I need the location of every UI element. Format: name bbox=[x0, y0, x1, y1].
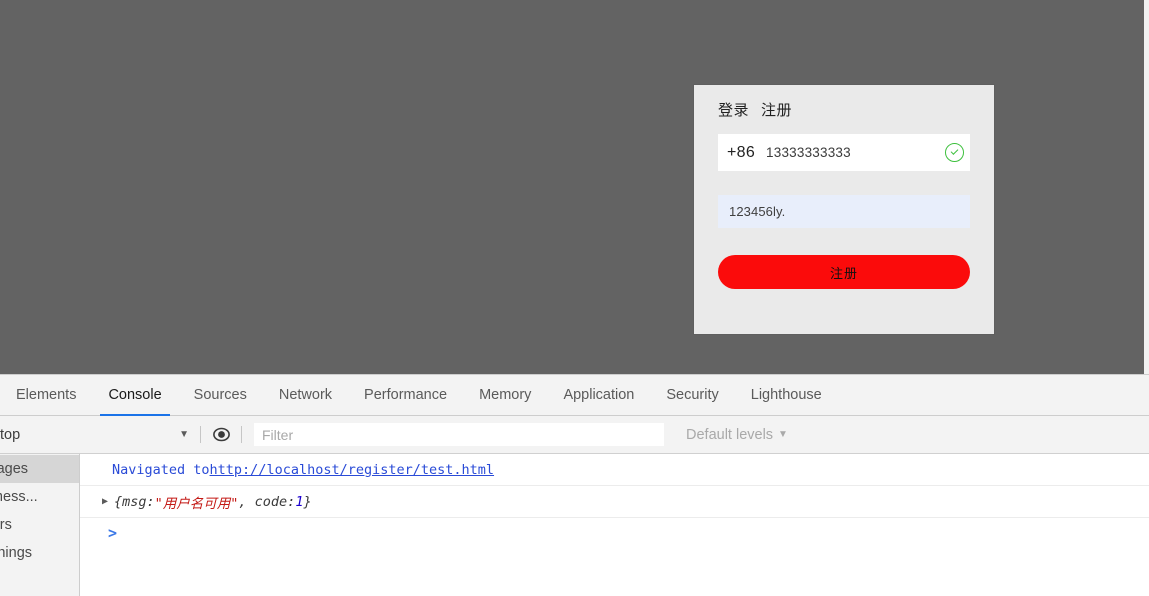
tab-sources[interactable]: Sources bbox=[178, 375, 263, 416]
console-toolbar: top ▼ Default levels ▼ bbox=[0, 416, 1149, 454]
disclosure-triangle-icon[interactable]: ▶ bbox=[102, 496, 114, 507]
register-submit-button[interactable]: 注册 bbox=[718, 255, 970, 289]
toolbar-divider-2 bbox=[241, 426, 242, 443]
navigation-url-link[interactable]: http://localhost/register/test.html bbox=[210, 462, 494, 478]
log-row-navigation: Navigated to http://localhost/register/t… bbox=[80, 454, 1149, 486]
tab-security[interactable]: Security bbox=[650, 375, 734, 416]
console-sidebar: essages er mess... errors warnings bbox=[0, 454, 80, 596]
tab-performance[interactable]: Performance bbox=[348, 375, 463, 416]
log-levels-select[interactable]: Default levels ▼ bbox=[686, 427, 788, 443]
screen-root: 登录 注册 +86 123456ly. 注册 Elements Console … bbox=[0, 0, 1149, 596]
phone-input[interactable] bbox=[764, 144, 946, 161]
navigation-text: Navigated to bbox=[112, 461, 210, 478]
eye-icon[interactable] bbox=[201, 416, 241, 454]
auth-tabs: 登录 注册 bbox=[718, 100, 792, 122]
log-row-object[interactable]: ▶ {msg: "用户名可用" , code: 1 } bbox=[80, 486, 1149, 518]
log-levels-label: Default levels bbox=[686, 426, 774, 443]
execution-context-select[interactable]: top ▼ bbox=[0, 416, 200, 454]
sidebar-item-errors[interactable]: errors bbox=[0, 511, 79, 539]
tab-login[interactable]: 登录 bbox=[718, 100, 749, 122]
auth-card: 登录 注册 +86 123456ly. 注册 bbox=[694, 85, 994, 334]
console-body: essages er mess... errors warnings Navig… bbox=[0, 454, 1149, 596]
chevron-down-icon-levels: ▼ bbox=[778, 429, 788, 440]
code-input-value[interactable]: 123456ly. bbox=[729, 204, 785, 219]
console-filter-input[interactable] bbox=[254, 423, 664, 446]
sidebar-item-user-messages[interactable]: er mess... bbox=[0, 483, 79, 511]
object-separator: , code: bbox=[238, 493, 296, 510]
tab-application[interactable]: Application bbox=[547, 375, 650, 416]
page-viewport: 登录 注册 +86 123456ly. 注册 bbox=[0, 0, 1144, 374]
sidebar-item-all-messages[interactable]: essages bbox=[0, 455, 79, 483]
sidebar-item-warnings[interactable]: warnings bbox=[0, 539, 79, 567]
tab-memory[interactable]: Memory bbox=[463, 375, 547, 416]
prompt-caret-icon: > bbox=[108, 524, 118, 542]
country-code-label: +86 bbox=[727, 143, 756, 161]
tab-elements[interactable]: Elements bbox=[0, 375, 92, 416]
viewport-right-edge bbox=[1144, 0, 1149, 374]
tab-lighthouse[interactable]: Lighthouse bbox=[735, 375, 838, 416]
devtools-tabbar: Elements Console Sources Network Perform… bbox=[0, 375, 1149, 416]
check-circle-icon bbox=[945, 143, 965, 162]
phone-field-wrapper[interactable]: +86 bbox=[718, 134, 970, 171]
console-prompt-input[interactable] bbox=[125, 524, 1149, 542]
object-string-value: "用户名可用" bbox=[154, 495, 239, 512]
object-open-brace: {msg: bbox=[114, 493, 155, 510]
console-prompt-row[interactable]: > bbox=[80, 518, 1149, 548]
execution-context-label: top bbox=[0, 426, 21, 443]
devtools-panel: Elements Console Sources Network Perform… bbox=[0, 374, 1149, 596]
chevron-down-icon: ▼ bbox=[179, 429, 189, 440]
tab-console[interactable]: Console bbox=[92, 375, 177, 416]
tab-network[interactable]: Network bbox=[263, 375, 348, 416]
console-log-area: Navigated to http://localhost/register/t… bbox=[80, 454, 1149, 596]
tab-register[interactable]: 注册 bbox=[761, 100, 792, 122]
object-close-brace: } bbox=[303, 493, 312, 510]
code-field-wrapper[interactable]: 123456ly. bbox=[718, 195, 970, 228]
